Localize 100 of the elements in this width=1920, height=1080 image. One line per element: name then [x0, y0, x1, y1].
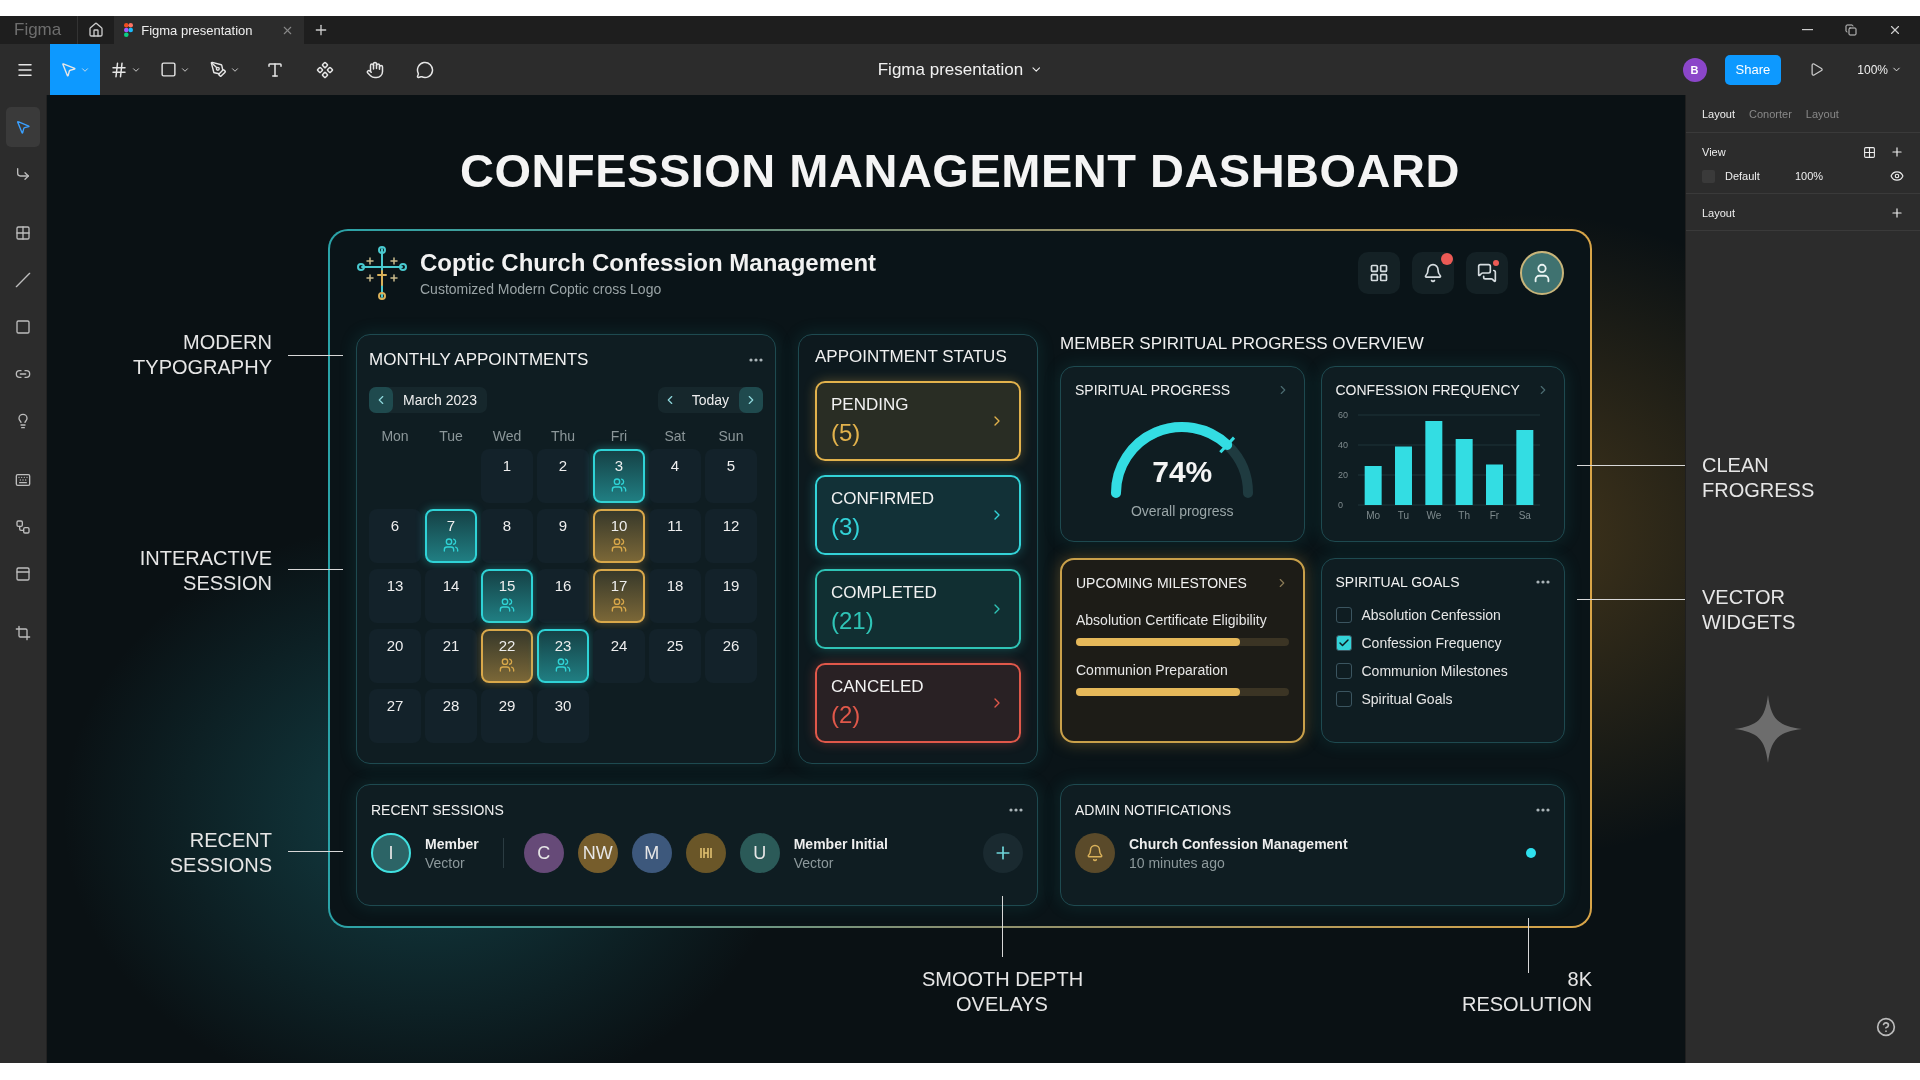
member-avatar[interactable]: U	[739, 833, 780, 873]
month-label: March 2023	[402, 392, 478, 408]
file-title[interactable]: Figma presentation	[871, 58, 1049, 81]
status-count: (3)	[831, 513, 862, 541]
people-icon	[611, 597, 627, 613]
calendar-day[interactable]: 14	[425, 569, 477, 623]
calendar-day[interactable]: 26	[705, 629, 757, 683]
file-tab[interactable]: Figma presentation	[114, 16, 305, 44]
calendar-day[interactable]: 4	[649, 449, 701, 503]
more-button[interactable]	[749, 358, 763, 362]
goal-checkbox[interactable]	[1335, 663, 1352, 679]
calendar-day[interactable]: 9	[537, 509, 589, 563]
calendar-day[interactable]: 7	[425, 509, 477, 563]
calendar-day[interactable]: 1	[481, 449, 533, 503]
add-icon[interactable]	[1890, 145, 1904, 159]
view-label: Default	[1725, 170, 1761, 182]
bell-icon	[1423, 263, 1443, 283]
status-label: PENDING	[831, 395, 910, 415]
goal-label: Spiritual Goals	[1361, 691, 1453, 707]
notification-time: 10 minutes ago	[1129, 854, 1226, 871]
calendar-day[interactable]: 24	[593, 629, 645, 683]
people-icon	[443, 537, 459, 553]
calendar-day[interactable]: 3	[593, 449, 645, 503]
panel-tab[interactable]: Layout	[1805, 107, 1839, 120]
calendar-day[interactable]: 23	[537, 629, 589, 683]
people-icon	[555, 657, 571, 673]
calendar-day[interactable]: 6	[369, 509, 421, 563]
add-icon[interactable]	[1890, 206, 1904, 220]
member-avatar[interactable]: NW	[577, 833, 618, 873]
calendar-day[interactable]: 21	[425, 629, 477, 683]
leader-line	[288, 355, 343, 356]
people-icon	[611, 537, 627, 553]
next-button[interactable]	[739, 387, 763, 413]
calendar-day[interactable]: 29	[481, 689, 533, 743]
goal-checkbox[interactable]	[1335, 635, 1352, 651]
calendar-day[interactable]: 30	[537, 689, 589, 743]
calendar-day[interactable]: 8	[481, 509, 533, 563]
member-name: Member Initial	[793, 835, 888, 852]
goal-label: Absolution Cenfession	[1361, 607, 1501, 623]
calendar-day[interactable]: 12	[705, 509, 757, 563]
calendar-day[interactable]: 18	[649, 569, 701, 623]
eye-icon[interactable]	[1890, 169, 1904, 183]
more-button[interactable]	[1536, 808, 1550, 812]
calendar-day[interactable]: 5	[705, 449, 757, 503]
member-avatar[interactable]: I	[371, 833, 411, 873]
member-avatar[interactable]: C	[523, 833, 564, 873]
move-tool-icon	[60, 61, 77, 78]
panel-icon	[15, 566, 31, 582]
goal-checkbox[interactable]	[1335, 607, 1352, 623]
member-avatar[interactable]: M	[631, 833, 672, 873]
status-card[interactable]: COMPLETED (21)	[815, 569, 1021, 649]
side-tool-button[interactable]	[6, 107, 40, 147]
section-title: Layout	[1702, 207, 1737, 219]
calendar-day[interactable]: 15	[481, 569, 533, 623]
calendar-day[interactable]: 28	[425, 689, 477, 743]
calendar-day[interactable]: 2	[537, 449, 589, 503]
calendar-day[interactable]: 27	[369, 689, 421, 743]
calendar-day[interactable]: 16	[537, 569, 589, 623]
check-icon	[1337, 637, 1350, 649]
status-card[interactable]: CANCELED (2)	[815, 663, 1021, 743]
calendar-day[interactable]: 25	[649, 629, 701, 683]
header-button[interactable]	[1412, 252, 1454, 294]
axis-category-label: Th	[1457, 510, 1470, 521]
more-icon	[1009, 808, 1023, 812]
axis-category-label: Fr	[1489, 510, 1499, 521]
header-button[interactable]	[1466, 252, 1508, 294]
calendar-day[interactable]: 20	[369, 629, 421, 683]
progress-caption: Overall progress	[1129, 503, 1235, 519]
goal-label: Confession Frequency	[1361, 635, 1502, 651]
crop-icon	[15, 625, 31, 641]
add-button[interactable]	[983, 833, 1023, 873]
header-button[interactable]	[1358, 252, 1400, 294]
more-button[interactable]	[1009, 808, 1023, 812]
axis-category-label: Sa	[1518, 510, 1531, 521]
dashboard-subtitle: Customized Modern Coptic cross Logo	[420, 281, 663, 297]
card-title: SPIRITUAL GOALS	[1335, 574, 1460, 590]
weekday-label: Thu	[549, 427, 577, 446]
previous-month-button[interactable]	[369, 387, 393, 413]
calendar-day[interactable]: 19	[705, 569, 757, 623]
member-avatar[interactable]	[685, 833, 726, 873]
status-card[interactable]: PENDING (5)	[815, 381, 1021, 461]
status-count: (2)	[831, 701, 862, 729]
calendar-day[interactable]: 11	[649, 509, 701, 563]
grid-icon[interactable]	[1863, 145, 1876, 159]
status-card[interactable]: CONFIRMED (3)	[815, 475, 1021, 555]
more-button[interactable]	[1536, 580, 1550, 584]
panel-tab[interactable]: Layout	[1702, 107, 1736, 120]
calendar-day[interactable]: 22	[481, 629, 533, 683]
today-button[interactable]: Today	[681, 392, 739, 408]
calendar-day[interactable]: 10	[593, 509, 645, 563]
goal-checkbox[interactable]	[1335, 691, 1352, 707]
user-avatar[interactable]: B	[1682, 57, 1707, 82]
member-subtitle: Vector	[793, 854, 835, 871]
calendar-day[interactable]: 17	[593, 569, 645, 623]
weekday-label: Mon	[380, 427, 410, 446]
zoom-dropdown[interactable]: 100%	[1851, 61, 1908, 78]
profile-button[interactable]	[1520, 251, 1564, 295]
calendar-day[interactable]: 13	[369, 569, 421, 623]
dashboard-heading: CONFESSION MANAGEMENT DASHBOARD	[460, 143, 1460, 199]
panel-tab[interactable]: Conorter	[1749, 107, 1792, 120]
